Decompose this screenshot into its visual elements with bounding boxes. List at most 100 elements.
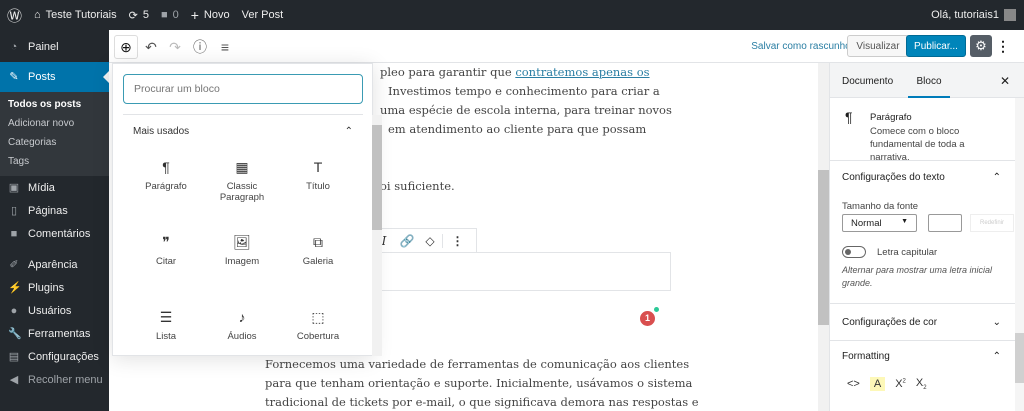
- text-settings-toggle[interactable]: Configurações do texto ⌃: [830, 161, 1015, 194]
- sidebar-item-midia[interactable]: ▣ Mídia: [0, 176, 109, 199]
- block-item[interactable]: ⬚ Cobertura: [280, 309, 356, 342]
- paragraph-line[interactable]: oi suficiente.: [380, 179, 455, 193]
- paragraph-line[interactable]: Fornecemos uma variedade de ferramentas …: [265, 357, 689, 371]
- color-settings-panel[interactable]: Configurações de cor ⌄: [830, 303, 1015, 340]
- gear-icon: ⚙: [975, 38, 987, 53]
- block-item[interactable]: ♪ Áudios: [204, 309, 280, 342]
- dropdown-arrow-icon: ▼: [901, 218, 908, 225]
- sidebar-item-comentarios[interactable]: ■ Comentários: [0, 222, 109, 245]
- dashboard-icon: ◔: [10, 40, 18, 53]
- section-most-used[interactable]: Mais usados ⌃: [133, 126, 353, 137]
- code-icon[interactable]: <>: [847, 378, 860, 390]
- view-post-link[interactable]: Ver Post: [242, 9, 284, 21]
- eraser-icon[interactable]: ◇: [418, 234, 442, 248]
- block-search-input[interactable]: [123, 74, 363, 104]
- tab-bloco[interactable]: Bloco: [908, 76, 950, 98]
- formatting-toggle[interactable]: Formatting ⌃: [830, 341, 1015, 371]
- block-item[interactable]: ⧉ Galeria: [280, 234, 356, 267]
- collapse-menu-button[interactable]: ◀ Recolher menu: [0, 368, 109, 391]
- block-item[interactable]: T Título: [280, 159, 356, 192]
- paragraph-line[interactable]: uma espécie de escola interna, para trei…: [380, 103, 672, 117]
- new-link[interactable]: + Novo: [191, 7, 230, 23]
- paragraph-line[interactable]: em atendimento ao cliente para que possa…: [388, 122, 646, 136]
- admin-bar: Ⓦ ⌂ Teste Tutoriais ⟳ 5 ■ 0 + Novo Ver Post …: [0, 0, 1024, 30]
- font-size-select[interactable]: Normal ▼: [842, 214, 917, 232]
- block-label: Classic Paragraph: [219, 181, 265, 203]
- settings-button[interactable]: ⚙: [970, 35, 992, 57]
- status-dot: [654, 307, 659, 312]
- paragraph-line[interactable]: tradicional de tickets por e-mail, o que…: [265, 395, 699, 409]
- wordpress-logo-icon[interactable]: Ⓦ: [7, 5, 22, 26]
- block-icon: 🖼: [233, 234, 251, 250]
- block-label: Título: [306, 181, 330, 192]
- sidebar-item-configuracoes[interactable]: ▤ Configurações: [0, 345, 109, 368]
- submenu-categories[interactable]: Categorias: [0, 134, 109, 153]
- paragraph-line[interactable]: para que tenham orientação e suporte. In…: [265, 376, 692, 390]
- settings-icon: ▤: [8, 350, 20, 363]
- content-link[interactable]: contratemos apenas os: [515, 65, 649, 79]
- block-label: Citar: [155, 256, 177, 267]
- block-item[interactable]: ¶ Parágrafo: [128, 159, 204, 192]
- inserter-scrollbar[interactable]: [372, 115, 382, 356]
- block-navigation-button[interactable]: ≡: [213, 35, 237, 59]
- block-icon: ⧉: [313, 234, 323, 250]
- link-icon[interactable]: 🔗: [396, 234, 418, 248]
- info-button[interactable]: ⓘ: [188, 35, 212, 59]
- block-icon: ▦: [235, 159, 249, 175]
- sidebar-item-paginas[interactable]: ▯ Páginas: [0, 199, 109, 222]
- preview-button[interactable]: Visualizar: [847, 35, 909, 57]
- sidebar-item-posts[interactable]: ✎ Posts: [0, 62, 109, 92]
- editor-scrollbar[interactable]: [818, 63, 829, 411]
- posts-submenu: Todos os posts Adicionar novo Categorias…: [0, 92, 109, 176]
- block-label: Imagem: [224, 256, 260, 267]
- highlight-icon[interactable]: A: [869, 377, 886, 392]
- redo-button[interactable]: ↷: [163, 35, 187, 59]
- tab-documento[interactable]: Documento: [842, 76, 893, 87]
- refresh-icon: ⟳: [128, 9, 138, 22]
- paragraph-line[interactable]: Investimos tempo e conhecimento para cri…: [388, 84, 660, 98]
- sidebar-item-aparencia[interactable]: ✐ Aparência: [0, 253, 109, 276]
- sidebar-item-painel[interactable]: ◔ Painel: [0, 35, 109, 58]
- account-menu[interactable]: Olá, tutoriais1: [931, 9, 1016, 21]
- empty-paragraph-block[interactable]: [372, 252, 671, 291]
- sidebar-item-usuarios[interactable]: ● Usuários: [0, 299, 109, 322]
- publish-button[interactable]: Publicar...: [906, 35, 966, 57]
- block-label: Cobertura: [296, 331, 340, 342]
- block-label: Áudios: [227, 331, 257, 342]
- custom-font-size-input[interactable]: [928, 214, 962, 232]
- chevron-up-icon: ⌃: [992, 172, 1001, 183]
- block-item[interactable]: ☰ Lista: [128, 309, 204, 342]
- submenu-tags[interactable]: Tags: [0, 153, 109, 172]
- notification-badge[interactable]: 1: [640, 311, 655, 326]
- block-more-button[interactable]: ⋮: [442, 233, 472, 248]
- paragraph-line[interactable]: pleo para garantir que contratemos apena…: [380, 65, 650, 79]
- comments-link[interactable]: ■ 0: [161, 9, 179, 21]
- save-draft-button[interactable]: Salvar como rascunho: [741, 35, 861, 57]
- sidebar-scrollbar[interactable]: [1015, 98, 1024, 411]
- submenu-all-posts[interactable]: Todos os posts: [0, 96, 109, 115]
- undo-button[interactable]: ↶: [139, 35, 163, 59]
- media-icon: ▣: [8, 181, 20, 194]
- subscript-icon[interactable]: X2: [916, 377, 927, 391]
- superscript-icon[interactable]: X2: [895, 378, 906, 390]
- more-options-button[interactable]: ⋮: [996, 35, 1010, 57]
- sidebar-item-plugins[interactable]: ⚡ Plugins: [0, 276, 109, 299]
- block-icon: ❞: [162, 234, 170, 250]
- submenu-add-new[interactable]: Adicionar novo: [0, 115, 109, 134]
- chevron-down-icon: ⌄: [992, 316, 1001, 328]
- reset-button[interactable]: Redefinir: [970, 214, 1014, 232]
- avatar: [1004, 9, 1016, 21]
- block-item[interactable]: ❞ Citar: [128, 234, 204, 267]
- block-item[interactable]: ▦ Classic Paragraph: [204, 159, 280, 203]
- add-block-button[interactable]: ⊕: [114, 35, 138, 59]
- dropcap-label: Letra capitular: [877, 247, 938, 258]
- site-link[interactable]: ⌂ Teste Tutoriais: [34, 9, 117, 21]
- sidebar-item-ferramentas[interactable]: 🔧 Ferramentas: [0, 322, 109, 345]
- plus-icon: +: [190, 7, 199, 23]
- dropcap-toggle[interactable]: [842, 246, 866, 258]
- block-item[interactable]: 🖼 Imagem: [204, 234, 280, 267]
- block-label: Parágrafo: [145, 181, 187, 192]
- close-icon[interactable]: ✕: [1000, 74, 1010, 88]
- settings-sidebar: Documento Bloco ✕ ¶ Parágrafo Comece com…: [829, 63, 1024, 411]
- updates-link[interactable]: ⟳ 5: [129, 9, 149, 22]
